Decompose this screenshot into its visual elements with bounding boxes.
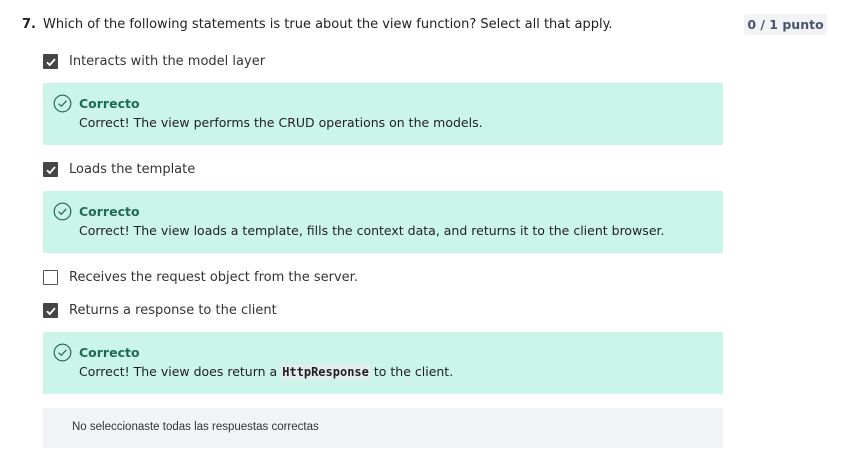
circle-check-icon bbox=[53, 343, 72, 362]
option-label: Interacts with the model layer bbox=[69, 54, 266, 69]
option-label: Returns a response to the client bbox=[69, 303, 277, 318]
option-label: Loads the template bbox=[69, 162, 196, 177]
feedback-text: Correct! The view loads a template, fill… bbox=[79, 223, 665, 238]
feedback-text-after: to the client. bbox=[369, 364, 454, 379]
code-snippet: HttpResponse bbox=[281, 365, 370, 379]
circle-check-icon bbox=[53, 202, 72, 221]
result-summary: No seleccionaste todas las respuestas co… bbox=[43, 408, 723, 448]
feedback-text: Correct! The view performs the CRUD oper… bbox=[79, 115, 483, 130]
feedback-text-before: Correct! The view does return a bbox=[79, 364, 282, 379]
feedback-title: Correcto bbox=[79, 345, 140, 360]
option-interacts-model[interactable]: Interacts with the model layer bbox=[43, 53, 265, 70]
checkmark-icon bbox=[45, 165, 56, 174]
score-badge: 0 / 1 punto bbox=[744, 14, 827, 35]
feedback-text: Correct! The view does return a HttpResp… bbox=[79, 364, 453, 379]
checkmark-icon bbox=[45, 306, 56, 315]
option-receives-request[interactable]: Receives the request object from the ser… bbox=[43, 269, 358, 286]
summary-text: No seleccionaste todas las respuestas co… bbox=[72, 421, 319, 433]
question-text: Which of the following statements is tru… bbox=[43, 17, 613, 32]
feedback-title: Correcto bbox=[79, 96, 140, 111]
feedback-title: Correcto bbox=[79, 204, 140, 219]
circle-check-icon bbox=[53, 94, 72, 113]
question-number: 7. bbox=[22, 17, 36, 32]
checkbox-checked[interactable] bbox=[43, 303, 58, 318]
checkbox-unchecked[interactable] bbox=[43, 270, 58, 285]
feedback-panel: Correcto Correct! The view loads a templ… bbox=[43, 191, 723, 253]
feedback-panel: Correcto Correct! The view performs the … bbox=[43, 83, 723, 145]
feedback-panel: Correcto Correct! The view does return a… bbox=[43, 332, 723, 394]
option-returns-response[interactable]: Returns a response to the client bbox=[43, 302, 277, 319]
option-loads-template[interactable]: Loads the template bbox=[43, 161, 195, 178]
checkbox-checked[interactable] bbox=[43, 54, 58, 69]
checkmark-icon bbox=[45, 57, 56, 66]
checkbox-checked[interactable] bbox=[43, 162, 58, 177]
option-label: Receives the request object from the ser… bbox=[69, 270, 358, 285]
